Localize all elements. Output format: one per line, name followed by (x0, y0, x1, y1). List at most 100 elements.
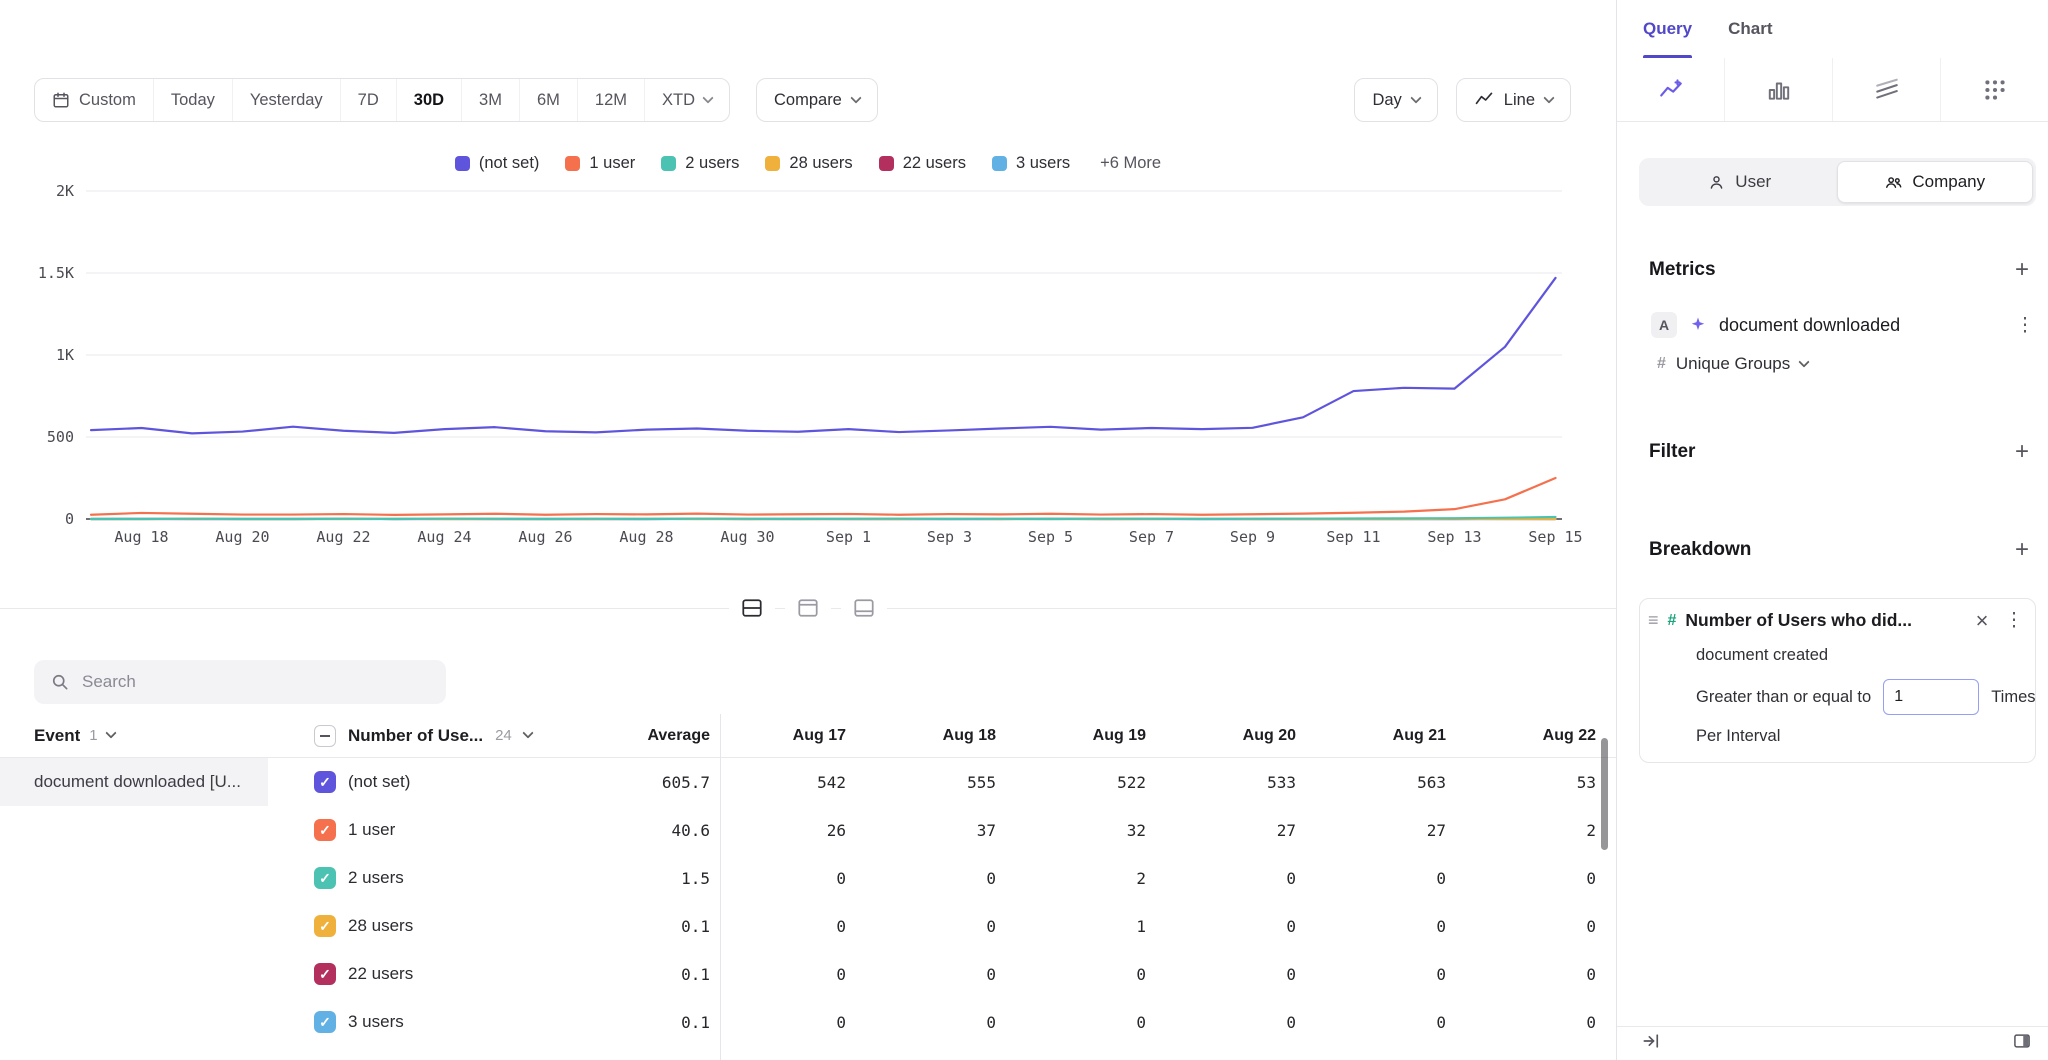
filter-section-header: Filter + (1639, 438, 2036, 466)
more-options-icon[interactable]: ⋮ (2014, 314, 2036, 337)
add-filter-button[interactable]: + (2008, 438, 2036, 466)
svg-text:Aug 26: Aug 26 (518, 528, 572, 546)
legend-item[interactable]: 1 user (565, 154, 635, 173)
metric-badge: A (1651, 312, 1677, 338)
panel-bottom-view-button[interactable] (841, 588, 887, 628)
event-column-header[interactable]: Event1 (0, 714, 300, 757)
range-label: 6M (537, 91, 560, 110)
series-column-header[interactable]: Number of Use...24 (300, 725, 572, 747)
series-checkbox[interactable]: ✓ (314, 963, 336, 985)
search-box (34, 660, 446, 704)
metric-event-row[interactable]: A document downloaded ⋮ (1651, 312, 2036, 338)
svg-text:Sep 3: Sep 3 (927, 528, 972, 546)
series-checkbox[interactable]: ✓ (314, 819, 336, 841)
table-row: ✓28 users0.1001000 (0, 902, 1616, 950)
value-cell: 0 (1470, 869, 1616, 888)
legend-item[interactable]: 2 users (661, 154, 739, 173)
series-checkbox[interactable]: ✓ (314, 915, 336, 937)
series-checkbox[interactable]: ✓ (314, 867, 336, 889)
series-header-label: Number of Use... (348, 726, 483, 746)
entity-option-label: Company (1912, 172, 1985, 192)
search-input[interactable] (82, 672, 430, 692)
svg-text:Sep 13: Sep 13 (1427, 528, 1481, 546)
range-label: Yesterday (250, 91, 323, 110)
range-custom[interactable]: Custom (35, 79, 153, 121)
value-cell: 542 (720, 773, 870, 792)
analytics-app: CustomToday Yesterday 7D 30D 3M 6M 12MXTD Comp… (0, 0, 2048, 1060)
metric-event-name: document downloaded (1719, 315, 2003, 336)
svg-text:Aug 20: Aug 20 (215, 528, 269, 546)
breakdown-section-header: Breakdown + (1639, 536, 2036, 564)
toggle-panel-button[interactable] (2012, 1031, 2032, 1056)
add-breakdown-button[interactable]: + (2008, 536, 2036, 564)
range-label: 30D (414, 91, 444, 110)
compare-button[interactable]: Compare (756, 78, 878, 122)
panel-top-view-button[interactable] (785, 588, 831, 628)
svg-text:Aug 24: Aug 24 (417, 528, 471, 546)
times-value-input[interactable] (1883, 679, 1979, 715)
sidebar-body: User Company Metrics + A (1617, 158, 2048, 763)
more-options-icon[interactable]: ⋮ (2003, 609, 2025, 632)
range-xtd[interactable]: XTD (644, 79, 729, 121)
chart-type-button[interactable]: Line (1456, 78, 1571, 122)
entity-option-user[interactable]: User (1642, 161, 1837, 203)
interval-button[interactable]: Day (1354, 78, 1437, 122)
search-icon (50, 672, 70, 692)
split-view-button[interactable] (729, 588, 775, 628)
sidebar-footer (1617, 1026, 2048, 1060)
chart-type-option-1[interactable] (1617, 58, 1724, 121)
condition-label[interactable]: Greater than or equal to (1696, 688, 1871, 707)
range-6m[interactable]: 6M (519, 79, 577, 121)
date-column-header: Aug 18 (870, 727, 1020, 745)
layout-panel-bottom-view-icon (852, 597, 876, 619)
legend-more-button[interactable]: +6 More (1100, 154, 1161, 173)
value-cell: 563 (1320, 773, 1470, 792)
series-checkbox[interactable]: ✓ (314, 771, 336, 793)
condition-unit: Times (1991, 688, 2035, 707)
breakdown-event[interactable]: document created (1696, 646, 2025, 665)
event-list-cell (0, 854, 300, 902)
series-label: 3 users (348, 1012, 404, 1032)
event-list-item[interactable]: document downloaded [U... (0, 758, 268, 806)
vertical-scrollbar[interactable] (1601, 738, 1608, 850)
select-all-checkbox[interactable] (314, 725, 336, 747)
close-icon[interactable]: × (1970, 610, 1994, 632)
value-cell: 0 (720, 1013, 870, 1032)
entity-option-label: User (1735, 172, 1771, 192)
range-7d[interactable]: 7D (340, 79, 396, 121)
legend-item[interactable]: 22 users (879, 154, 966, 173)
range-today[interactable]: Today (153, 79, 232, 121)
value-cell: 0 (1170, 1013, 1320, 1032)
query-sidebar: QueryChart User Company Metrics (1616, 0, 2048, 1060)
per-interval-label[interactable]: Per Interval (1696, 727, 2025, 746)
range-3m[interactable]: 3M (461, 79, 519, 121)
svg-text:Aug 30: Aug 30 (720, 528, 774, 546)
add-metric-button[interactable]: + (2008, 256, 2036, 284)
tab-query[interactable]: Query (1643, 0, 1692, 58)
grid-chart-icon (1982, 77, 2008, 103)
collapse-panel-button[interactable] (1641, 1031, 1661, 1056)
entity-option-company[interactable]: Company (1837, 161, 2034, 203)
svg-text:Aug 28: Aug 28 (619, 528, 673, 546)
chart-type-option-3[interactable] (1832, 58, 1940, 121)
legend-label: (not set) (479, 154, 540, 173)
chart-type-option-2[interactable] (1724, 58, 1832, 121)
value-cell: 0 (1320, 965, 1470, 984)
chart-type-option-4[interactable] (1940, 58, 2048, 121)
tab-chart[interactable]: Chart (1728, 0, 1772, 58)
legend-item[interactable]: 3 users (992, 154, 1070, 173)
drag-handle-icon[interactable]: ≡ (1648, 610, 1659, 631)
average-value: 0.1 (572, 1013, 720, 1032)
range-yesterday[interactable]: Yesterday (232, 79, 340, 121)
legend-item[interactable]: (not set) (455, 154, 540, 173)
range-30d[interactable]: 30D (396, 79, 461, 121)
legend-swatch (879, 156, 894, 171)
metric-measure-row[interactable]: # Unique Groups (1651, 354, 2036, 374)
svg-text:2K: 2K (56, 182, 74, 200)
chevron-down-icon (1543, 92, 1554, 103)
legend-item[interactable]: 28 users (765, 154, 852, 173)
value-cell: 0 (1320, 869, 1470, 888)
number-property-icon: # (1668, 612, 1677, 630)
range-12m[interactable]: 12M (577, 79, 644, 121)
series-checkbox[interactable]: ✓ (314, 1011, 336, 1033)
